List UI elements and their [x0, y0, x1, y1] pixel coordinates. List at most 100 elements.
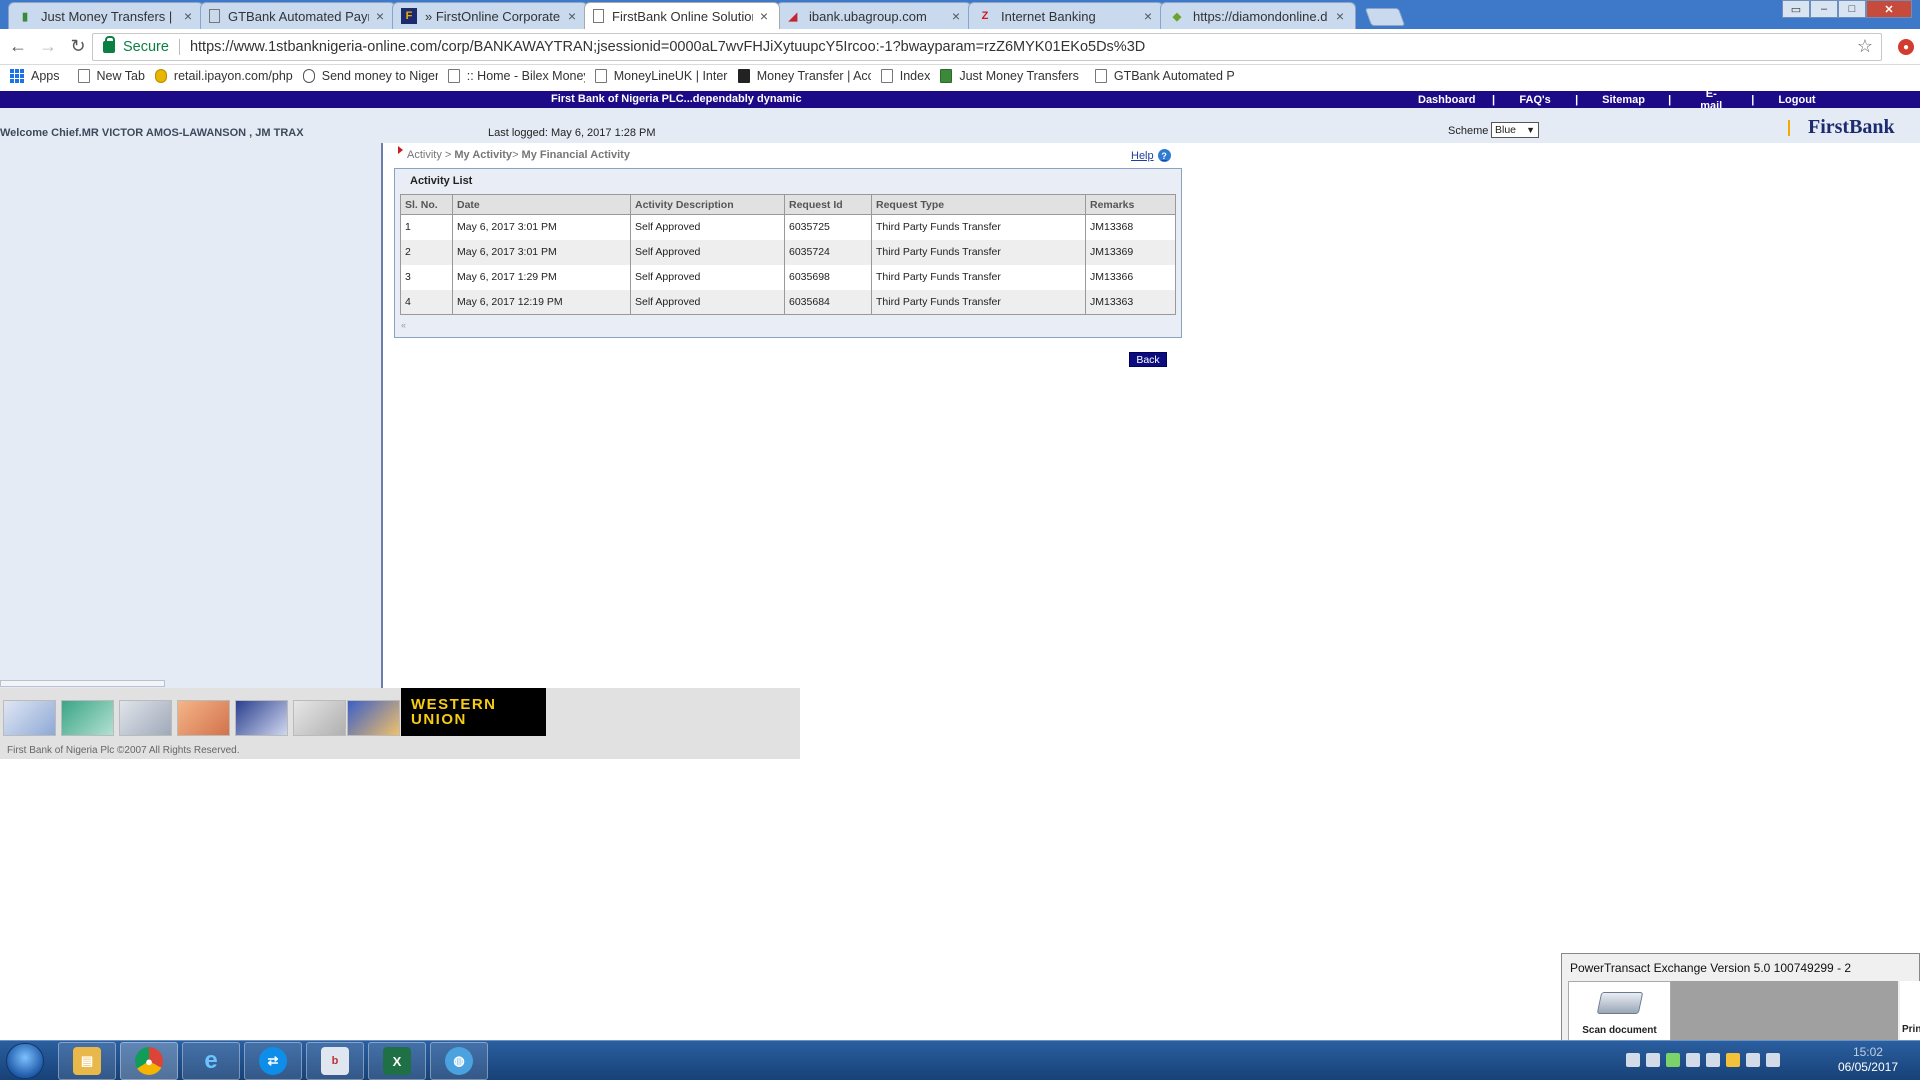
column-header-request-type: Request Type — [871, 194, 1086, 215]
bookmark-star-icon[interactable]: ☆ — [1857, 36, 1873, 57]
bookmark-apps[interactable]: Apps — [10, 68, 60, 83]
cell-date: May 6, 2017 3:01 PM — [452, 214, 631, 240]
bookmark-item[interactable]: New Tab — [77, 68, 145, 83]
taskbar-chrome[interactable]: ● — [120, 1042, 178, 1080]
close-icon[interactable]: × — [1333, 8, 1347, 24]
nigeria-map-image[interactable] — [293, 700, 346, 736]
card-thumbnail-image[interactable] — [235, 700, 288, 736]
close-icon[interactable]: × — [181, 8, 195, 24]
tray-network-icon[interactable] — [1686, 1053, 1700, 1067]
maximize-button[interactable]: □ — [1838, 0, 1866, 18]
browser-tab[interactable]: ▮ Just Money Transfers | × — [8, 2, 204, 29]
close-icon[interactable]: × — [373, 8, 387, 24]
divider — [178, 39, 180, 55]
bookmark-item[interactable]: retail.ipayon.com/php — [154, 68, 293, 83]
card-thumbnail-image[interactable] — [177, 700, 230, 736]
menu-divider: | — [1492, 93, 1496, 106]
breadcrumb-current: My Financial Activity — [521, 149, 630, 161]
menu-dashboard[interactable]: Dashboard — [1418, 94, 1475, 106]
bookmark-item[interactable]: Just Money Transfers — [940, 68, 1079, 83]
breadcrumb-activity[interactable]: Activity — [407, 149, 442, 161]
bookmark-item[interactable]: MoneyLineUK | Intern — [594, 68, 728, 83]
browser-tab-active[interactable]: FirstBank Online Solution × — [584, 2, 780, 29]
firstbank-mark-icon — [1788, 119, 1798, 136]
close-window-button[interactable]: ✕ — [1866, 0, 1912, 18]
menu-sitemap[interactable]: Sitemap — [1602, 94, 1645, 106]
browser-tab[interactable]: ◆ https://diamondonline.d × — [1160, 2, 1356, 29]
card-thumbnail-image[interactable] — [119, 700, 172, 736]
tray-volume-icon[interactable] — [1766, 1053, 1780, 1067]
cell-remarks: JM13369 — [1085, 239, 1176, 265]
page-icon — [447, 68, 460, 83]
bookmark-item[interactable]: Index — [880, 68, 930, 83]
powertransact-title: PowerTransact Exchange Version 5.0 10074… — [1570, 961, 1852, 975]
address-bar[interactable]: Secure https://www.1stbanknigeria-online… — [92, 33, 1882, 61]
taskbar-network[interactable]: ◍ — [430, 1042, 488, 1080]
table-footer-marker-icon: « — [401, 320, 407, 330]
page-icon — [77, 68, 90, 83]
maximize-icon: □ — [1848, 3, 1856, 15]
excel-icon: X — [383, 1047, 411, 1075]
taskbar-clock[interactable]: 15:02 06/05/2017 — [1838, 1045, 1898, 1075]
taskbar-explorer[interactable]: ▤ — [58, 1042, 116, 1080]
horizontal-scrollbar[interactable] — [0, 680, 165, 687]
close-icon[interactable]: × — [757, 8, 771, 24]
taskbar-excel[interactable]: X — [368, 1042, 426, 1080]
tray-warning-icon[interactable] — [1726, 1053, 1740, 1067]
user-icon: ▭ — [1790, 3, 1802, 16]
forward-nav-button[interactable]: → — [36, 35, 60, 59]
western-union-logo[interactable]: WESTERN UNION — [401, 688, 546, 736]
close-icon[interactable]: × — [565, 8, 579, 24]
user-profile-button[interactable]: ▭ — [1782, 0, 1810, 18]
tray-app-icon[interactable] — [1646, 1053, 1660, 1067]
browser-tab[interactable]: GTBank Automated Paym × — [200, 2, 396, 29]
card-thumbnail-image[interactable] — [3, 700, 56, 736]
taskbar-internet-explorer[interactable]: e — [182, 1042, 240, 1080]
card-thumbnail-image[interactable] — [61, 700, 114, 736]
minimize-button[interactable]: – — [1810, 0, 1838, 18]
cell-date: May 6, 2017 3:01 PM — [452, 239, 631, 265]
tray-sync-icon[interactable] — [1666, 1053, 1680, 1067]
help-question-icon[interactable]: ? — [1157, 149, 1171, 162]
tray-app-icon[interactable] — [1706, 1053, 1720, 1067]
cell-date: May 6, 2017 12:19 PM — [452, 289, 631, 315]
menu-faqs[interactable]: FAQ's — [1519, 94, 1551, 106]
help-link[interactable]: Help ? — [1131, 149, 1171, 162]
page-icon — [880, 68, 893, 83]
clock-date: 06/05/2017 — [1837, 1060, 1898, 1074]
close-icon[interactable]: × — [949, 8, 963, 24]
reload-button[interactable]: ↻ — [66, 35, 90, 59]
cell-request-type: Third Party Funds Transfer — [871, 214, 1086, 240]
back-nav-button[interactable]: ← — [6, 35, 30, 59]
table-row[interactable]: 3 May 6, 2017 1:29 PM Self Approved 6035… — [400, 264, 1176, 290]
bookmark-item[interactable]: GTBank Automated P — [1094, 68, 1234, 83]
bookmark-item[interactable]: Send money to Nigeri — [302, 68, 438, 83]
tray-app-icon[interactable] — [1626, 1053, 1640, 1067]
back-button[interactable]: Back — [1129, 352, 1167, 367]
browser-tab[interactable]: Z Internet Banking × — [968, 2, 1164, 29]
new-tab-button[interactable] — [1364, 8, 1406, 26]
breadcrumb-my-activity[interactable]: My Activity — [454, 149, 512, 161]
table-row[interactable]: 4 May 6, 2017 12:19 PM Self Approved 603… — [400, 289, 1176, 315]
column-header-request-id: Request Id — [784, 194, 872, 215]
bookmark-item[interactable]: Money Transfer | Accu — [737, 68, 871, 83]
browser-tab[interactable]: ◢ ibank.ubagroup.com × — [776, 2, 972, 29]
start-button[interactable] — [6, 1043, 44, 1079]
tray-flag-icon[interactable] — [1746, 1053, 1760, 1067]
table-row[interactable]: 2 May 6, 2017 3:01 PM Self Approved 6035… — [400, 239, 1176, 265]
taskbar-teamviewer[interactable]: ⇄ — [244, 1042, 302, 1080]
bookmark-item[interactable]: :: Home - Bilex Money — [447, 68, 585, 83]
extension-icon[interactable]: ● — [1898, 39, 1914, 55]
menu-logout[interactable]: Logout — [1778, 94, 1815, 106]
print-button[interactable]: Print — [1900, 981, 1920, 1043]
scheme-select[interactable]: Blue ▼ — [1491, 122, 1539, 138]
scan-document-button[interactable]: Scan document — [1568, 981, 1671, 1043]
table-row[interactable]: 1 May 6, 2017 3:01 PM Self Approved 6035… — [400, 214, 1176, 240]
browser-tab[interactable]: F » FirstOnline Corporate × — [392, 2, 588, 29]
mobile-banking-image[interactable] — [347, 700, 400, 736]
bank-chart-icon — [940, 68, 953, 83]
taskbar-bitsa[interactable]: b — [306, 1042, 364, 1080]
network-globe-icon: ◍ — [445, 1047, 473, 1075]
scan-document-label: Scan document — [1582, 1025, 1657, 1036]
close-icon[interactable]: × — [1141, 8, 1155, 24]
